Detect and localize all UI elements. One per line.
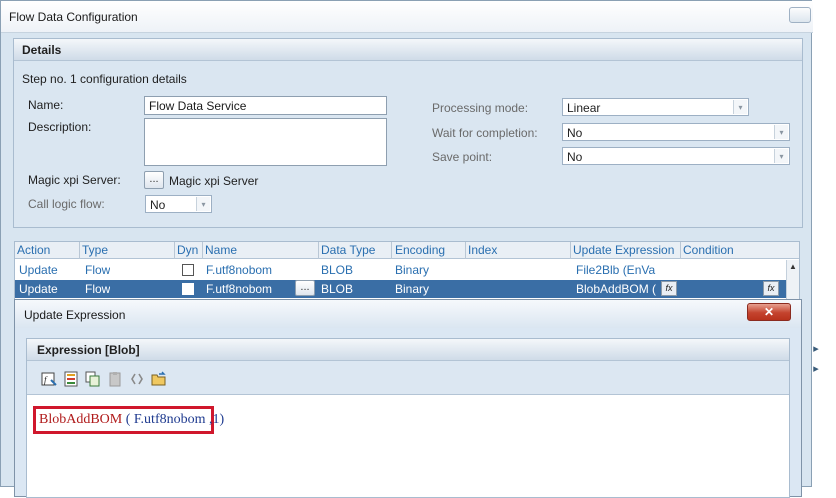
expression-toolbar: f [27,361,789,395]
grid-scrollbar[interactable]: ▲ [786,260,799,301]
column-type[interactable]: Type [82,243,172,257]
processing-mode-value: Linear [567,101,601,115]
details-panel: Details Step no. 1 configuration details… [13,38,803,228]
description-field[interactable] [144,118,387,166]
column-index[interactable]: Index [468,243,568,257]
details-title: Details [22,43,62,57]
fx-icon[interactable]: fx [661,281,677,296]
side-panel-icon[interactable]: ▸ [809,342,823,356]
name-field[interactable]: Flow Data Service [144,96,387,115]
expression-title: Expression [Blob] [37,343,140,357]
server-label: Magic xpi Server: [28,173,121,187]
window-control-button[interactable] [789,7,811,23]
title-bar: Flow Data Configuration [1,1,813,33]
grid-header: Action Type Dyn Name Data Type Encoding … [15,242,799,259]
chevron-down-icon: ▾ [196,197,210,211]
table-row[interactable]: Update Flow F.utf8nobom BLOB Binary File… [15,261,787,279]
chevron-down-icon: ▾ [733,100,747,114]
column-data-type[interactable]: Data Type [321,243,389,257]
dialog-title: Update Expression [24,308,126,322]
dyn-checkbox[interactable] [182,264,194,276]
expression-arguments: ( F.utf8nobom ,1) [122,412,225,427]
paste-icon [107,371,123,387]
dialog-title-bar: Update Expression ✕ [15,300,801,328]
column-name[interactable]: Name [205,243,315,257]
fx-icon[interactable]: fx [763,281,779,296]
column-encoding[interactable]: Encoding [395,243,463,257]
cell-data-type: BLOB [321,282,354,296]
cell-name: F.utf8nobom [206,282,273,296]
savepoint-value: No [567,150,583,164]
cell-name: F.utf8nobom [206,263,273,277]
copy-icon[interactable] [85,371,101,387]
name-label: Name: [28,98,64,112]
cell-update-expression: File2Blb (EnVa [576,263,656,277]
column-dyn[interactable]: Dyn [177,243,201,257]
window-title: Flow Data Configuration [9,10,138,24]
cell-encoding: Binary [395,263,430,277]
name-browse-button[interactable]: ... [295,280,315,296]
cell-action: Update [19,282,58,296]
column-condition[interactable]: Condition [683,243,773,257]
chevron-down-icon: ▾ [774,125,788,139]
cell-data-type: BLOB [321,263,354,277]
expression-function: BlobAddBOM [39,412,123,427]
table-row-selected[interactable]: Update Flow F.utf8nobom ... BLOB Binary … [15,280,787,298]
savepoint-label: Save point: [432,150,493,164]
call-logic-value: No [150,198,166,212]
scroll-up-icon[interactable]: ▲ [787,260,799,273]
column-action[interactable]: Action [17,243,77,257]
wait-value: No [567,126,583,140]
server-browse-button[interactable]: ... [144,171,164,189]
cell-action: Update [19,263,58,277]
function-wizard-icon[interactable]: f [41,371,57,387]
expression-panel: Expression [Blob] f BlobAddBOM (F.utf8n… [26,338,790,498]
side-panel-icon[interactable]: ▸ [809,362,823,376]
variables-list-icon[interactable] [63,371,79,387]
expression-code: BlobAddBOM ( F.utf8nobom ,1) [39,412,224,428]
expression-editor[interactable]: BlobAddBOM ( F.utf8nobom ,1) [27,395,789,497]
call-logic-label: Call logic flow: [28,197,105,211]
open-folder-icon[interactable] [151,371,167,387]
call-logic-combo[interactable]: No ▾ [145,195,212,213]
server-value: Magic xpi Server [169,174,259,188]
cell-encoding: Binary [395,282,430,296]
dyn-checkbox[interactable] [182,283,194,295]
processing-mode-label: Processing mode: [432,101,529,115]
wait-combo[interactable]: No ▾ [562,123,790,141]
processing-mode-combo[interactable]: Linear ▾ [562,98,749,116]
step-caption: Step no. 1 configuration details [22,72,187,86]
cell-type: Flow [85,263,111,277]
expression-header: Expression [Blob] [27,339,789,361]
chevron-down-icon: ▾ [774,149,788,163]
close-button[interactable]: ✕ [747,303,791,321]
brackets-icon[interactable] [129,371,145,387]
data-grid: Action Type Dyn Name Data Type Encoding … [14,241,800,301]
update-expression-dialog: Update Expression ✕ Expression [Blob] f [14,299,802,498]
wait-label: Wait for completion: [432,126,538,140]
description-label: Description: [28,120,92,134]
savepoint-combo[interactable]: No ▾ [562,147,790,165]
column-update-expression[interactable]: Update Expression [573,243,679,257]
details-header: Details [14,39,802,61]
cell-update-expression: BlobAddBOM ( [576,282,656,296]
cell-type: Flow [85,282,111,296]
